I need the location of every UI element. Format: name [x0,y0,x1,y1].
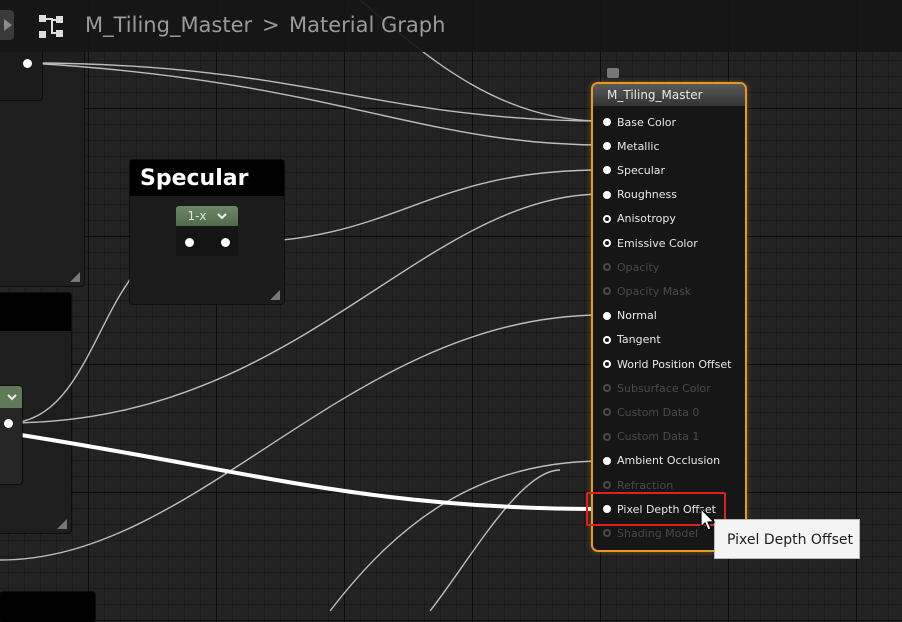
material-output-node[interactable]: M_Tiling_Master Base Color Metallic Specul… [591,68,747,552]
wire-roughness [7,193,604,424]
material-pin-specular[interactable]: Specular [603,162,665,178]
mouse-cursor-icon [700,508,716,531]
material-pin-metallic[interactable]: Metallic [603,138,660,154]
graph-nodes-icon [39,15,63,38]
one-minus-label: 1-x [187,209,207,223]
breadcrumb-bar: M_Tiling_Master > Material Graph [0,0,902,52]
pin-dot-icon[interactable] [603,456,611,465]
pin-dot-icon[interactable] [603,408,611,417]
pin-label: Normal [617,309,657,323]
chevron-down-icon[interactable] [216,211,227,221]
one-minus-header: 1-x [176,206,238,226]
resize-handle-icon[interactable] [270,290,280,300]
pin-label: Custom Data 1 [617,430,700,444]
material-pin-roughness[interactable]: Roughness [603,187,677,203]
pin-dot-icon[interactable] [603,311,611,320]
material-pin-subsurface-color: Subsurface Color [603,380,711,396]
one-minus-input-pin[interactable] [185,238,194,247]
pin-dot-icon[interactable] [603,287,611,296]
breadcrumb-separator: > [262,13,280,37]
one-minus-node[interactable]: 1-x [176,206,238,256]
pin-dot-icon[interactable] [603,384,611,393]
wire-ambient-occlusion [329,460,604,611]
material-pin-emissive-color[interactable]: Emissive Color [603,235,698,251]
pin-label: Base Color [617,115,677,129]
pin-dot-icon[interactable] [603,529,611,538]
node-header [0,386,22,408]
material-pin-ambient-occlusion[interactable]: Ambient Occlusion [603,453,720,469]
material-pin-normal[interactable]: Normal [603,308,657,324]
breadcrumb-graph[interactable]: Material Graph [289,13,445,37]
material-pin-opacity: Opacity [603,259,659,275]
output-pin[interactable] [23,59,32,68]
pin-label: Ambient Occlusion [617,454,721,468]
material-pin-base-color[interactable]: Base Color [603,114,676,130]
breadcrumb-asset[interactable]: M_Tiling_Master [85,13,252,37]
pin-label: Metallic [617,139,660,153]
pin-label: Subsurface Color [617,381,711,395]
play-arrow-icon [4,19,12,31]
partial-node-dropdown[interactable] [0,386,22,484]
pin-dot-icon[interactable] [603,360,611,368]
pin-dot-icon[interactable] [603,432,611,441]
specular-node-title: Specular [130,160,284,196]
material-pin-shading-model: Shading Model [603,525,698,541]
wire-bottom-extra [429,469,561,611]
tooltip: Pixel Depth Offset [714,519,860,559]
material-pin-custom-data-1: Custom Data 1 [603,429,699,445]
specular-node[interactable]: Specular 1-x [130,160,284,304]
chevron-down-icon[interactable] [6,391,18,403]
node-comment-icon [607,68,619,78]
pin-label: Roughness [617,188,678,202]
material-output-title: M_Tiling_Master [593,84,745,106]
material-pin-tangent[interactable]: Tangent [603,332,661,348]
pin-label: Specular [617,163,666,177]
pin-dot-icon[interactable] [603,166,611,175]
pin-dot-icon[interactable] [603,190,611,199]
output-pin[interactable] [4,419,13,428]
pin-dot-icon[interactable] [603,142,611,151]
pin-label: Custom Data 0 [617,405,700,419]
pin-dot-icon[interactable] [603,335,611,344]
material-pin-refraction: Refraction [603,477,673,493]
material-pin-opacity-mask: Opacity Mask [603,283,691,299]
material-pin-anisotropy[interactable]: Anisotropy [603,211,676,227]
pin-label: Tangent [617,333,661,347]
wire-pixel-depth-offset [7,431,604,511]
pin-label: World Position Offset [617,357,732,371]
pin-dot-icon[interactable] [603,481,611,489]
pin-label: Refraction [617,478,674,492]
wire-metallic [27,62,604,146]
pin-label: Shading Model [617,526,699,540]
partial-node-bottom-left[interactable] [0,592,95,622]
pin-dot-icon[interactable] [603,214,611,223]
one-minus-output-pin[interactable] [221,238,230,247]
pin-dot-icon[interactable] [603,239,611,247]
material-pin-custom-data-0: Custom Data 0 [603,404,699,420]
pin-dot-icon[interactable] [603,118,611,126]
material-pin-world-position-offset[interactable]: World Position Offset [603,356,731,372]
back-button[interactable] [0,10,14,40]
pin-label: Opacity [617,260,660,274]
pin-label: Emissive Color [617,236,698,250]
pin-label: Opacity Mask [617,284,692,298]
pin-label: Anisotropy [617,212,676,226]
wire-base-color [27,62,604,122]
pin-dot-icon[interactable] [603,263,611,272]
